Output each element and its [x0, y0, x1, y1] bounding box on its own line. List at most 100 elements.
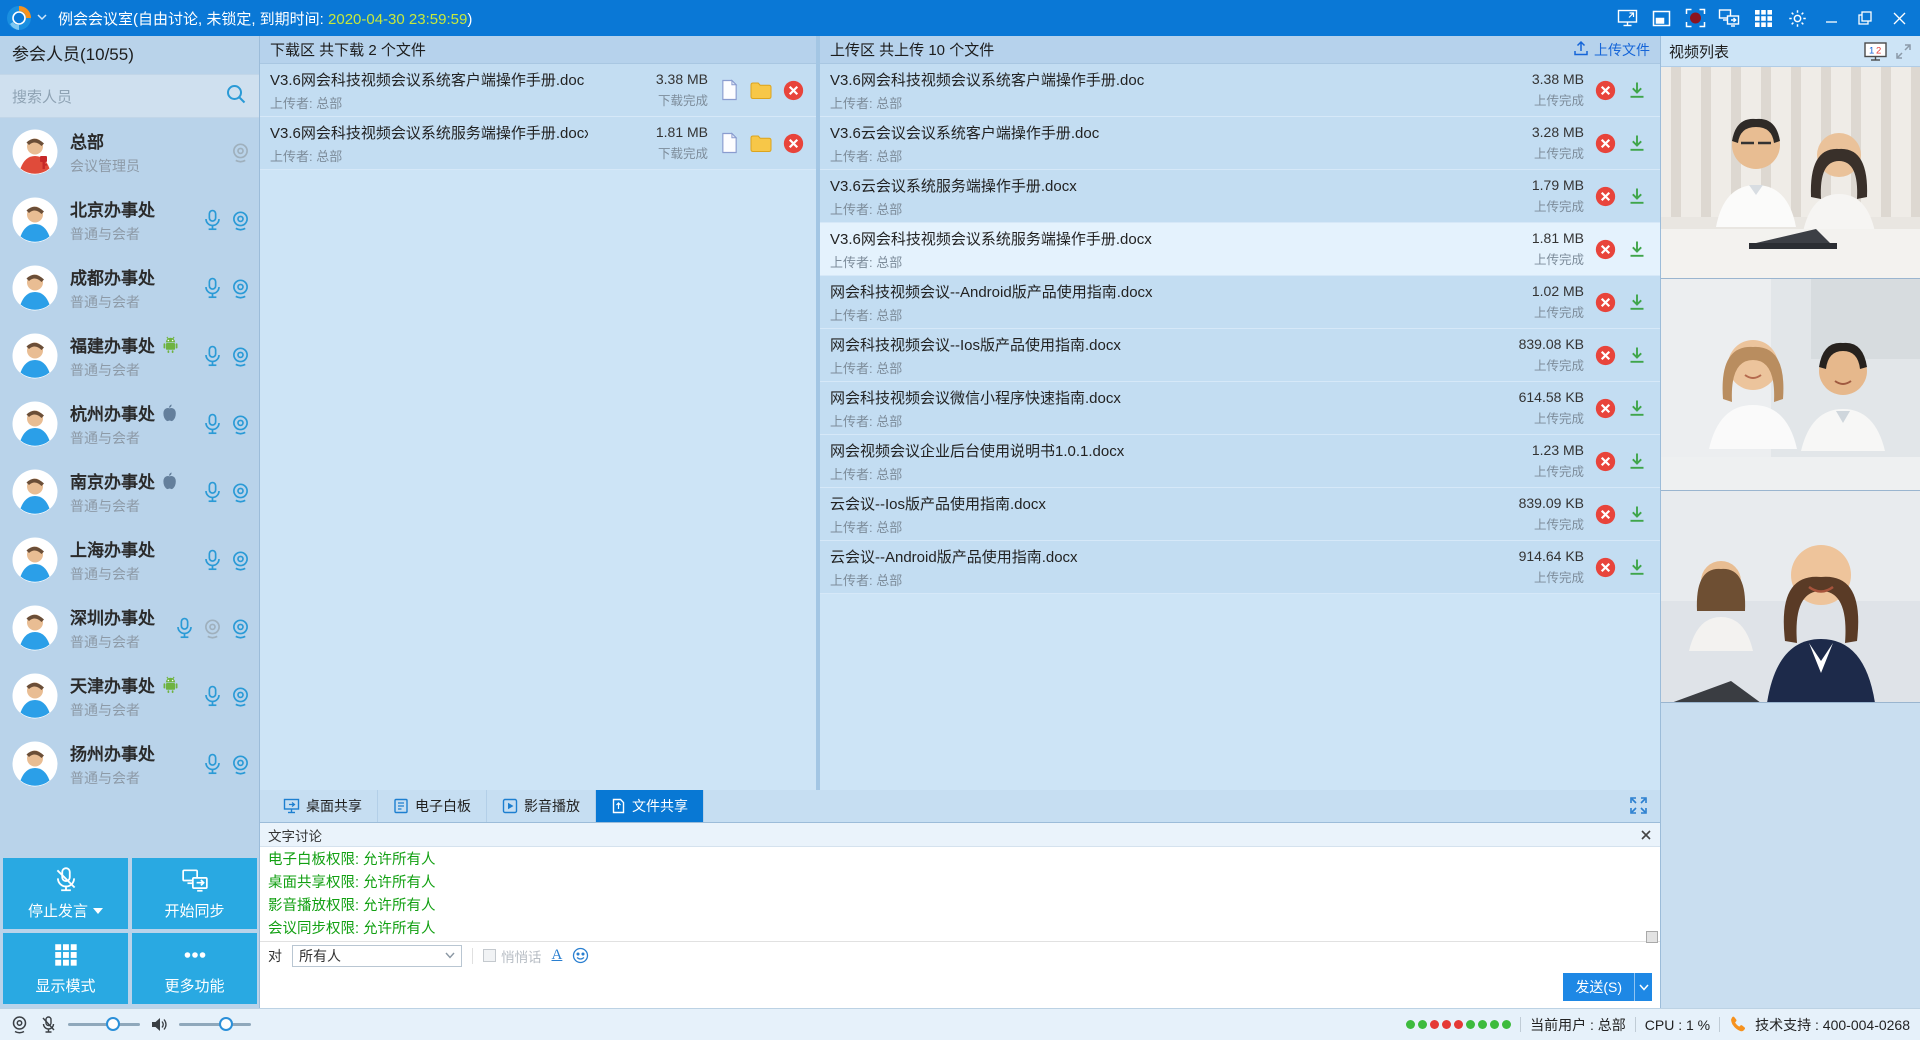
- file-row[interactable]: V3.6网会科技视频会议系统客户端操作手册.doc上传者: 总部3.38 MB下…: [260, 64, 816, 117]
- download-file-icon[interactable]: [1626, 397, 1648, 419]
- mic-icon[interactable]: [202, 345, 223, 367]
- search-icon[interactable]: [225, 83, 247, 110]
- video-thumbnail[interactable]: [1661, 67, 1920, 279]
- camera-icon[interactable]: [230, 754, 251, 775]
- mic-icon[interactable]: [202, 209, 223, 231]
- send-label[interactable]: 发送(S): [1563, 973, 1634, 1001]
- close-icon[interactable]: [1882, 3, 1916, 33]
- camera-icon[interactable]: [230, 278, 251, 299]
- chat-scrollbar[interactable]: [1645, 851, 1658, 943]
- participant-row[interactable]: 北京办事处普通与会者: [0, 186, 259, 254]
- record-icon[interactable]: [1678, 3, 1712, 33]
- mic-icon[interactable]: [202, 413, 223, 435]
- mic-muted-icon[interactable]: [39, 1015, 58, 1034]
- screen-layout-icon[interactable]: 12: [1864, 42, 1887, 61]
- camera-icon[interactable]: [230, 346, 251, 367]
- open-folder-icon[interactable]: [750, 79, 772, 101]
- tab-media-play[interactable]: 影音播放: [487, 790, 596, 822]
- start-sync-button[interactable]: 开始同步: [132, 858, 257, 929]
- display-mode-button[interactable]: 显示模式: [3, 933, 128, 1004]
- open-folder-icon[interactable]: [750, 132, 772, 154]
- file-row[interactable]: 网会科技视频会议--Android版产品使用指南.docx上传者: 总部1.02…: [820, 276, 1660, 329]
- delete-file-icon[interactable]: [1594, 450, 1616, 472]
- download-file-icon[interactable]: [1626, 79, 1648, 101]
- message-input[interactable]: [260, 969, 1660, 1007]
- delete-file-icon[interactable]: [1594, 503, 1616, 525]
- download-file-icon[interactable]: [1626, 344, 1648, 366]
- participant-row[interactable]: 杭州办事处普通与会者: [0, 390, 259, 458]
- mic-icon[interactable]: [202, 753, 223, 775]
- mic-icon[interactable]: [202, 685, 223, 707]
- mic-volume-knob[interactable]: [106, 1017, 120, 1031]
- camera-icon[interactable]: [230, 618, 251, 639]
- participant-row[interactable]: 总部会议管理员: [0, 118, 259, 186]
- file-row[interactable]: 云会议--Android版产品使用指南.docx上传者: 总部914.64 KB…: [820, 541, 1660, 594]
- mic-icon[interactable]: [202, 277, 223, 299]
- send-dropdown-icon[interactable]: [1634, 973, 1652, 1001]
- tab-desktop-share[interactable]: 桌面共享: [268, 790, 378, 822]
- delete-file-icon[interactable]: [1594, 132, 1616, 154]
- speaker-icon[interactable]: [150, 1016, 169, 1033]
- video-expand-icon[interactable]: [1895, 43, 1912, 60]
- font-button[interactable]: A: [552, 947, 563, 964]
- screen-share-icon[interactable]: [1610, 3, 1644, 33]
- mic-volume-slider[interactable]: [68, 1023, 140, 1026]
- settings-icon[interactable]: [1780, 3, 1814, 33]
- menu-chevron-icon[interactable]: [36, 9, 48, 27]
- expand-icon[interactable]: [1629, 796, 1648, 820]
- participant-row[interactable]: 南京办事处普通与会者: [0, 458, 259, 526]
- file-row[interactable]: V3.6网会科技视频会议系统客户端操作手册.doc上传者: 总部3.38 MB上…: [820, 64, 1660, 117]
- search-input[interactable]: 搜索人员: [0, 74, 259, 118]
- file-row[interactable]: V3.6云会议会议系统客户端操作手册.doc上传者: 总部3.28 MB上传完成: [820, 117, 1660, 170]
- dropdown-arrow-icon[interactable]: [93, 908, 103, 914]
- scrollbar-thumb[interactable]: [1646, 931, 1658, 943]
- sync-displays-icon[interactable]: [1712, 3, 1746, 33]
- emoji-icon[interactable]: [572, 947, 589, 964]
- file-row[interactable]: V3.6网会科技视频会议系统服务端操作手册.docx上传者: 总部1.81 MB…: [260, 117, 816, 170]
- delete-file-icon[interactable]: [782, 79, 804, 101]
- download-file-icon[interactable]: [1626, 556, 1648, 578]
- delete-file-icon[interactable]: [782, 132, 804, 154]
- video-thumbnail[interactable]: [1661, 491, 1920, 703]
- delete-file-icon[interactable]: [1594, 238, 1616, 260]
- upload-file-button[interactable]: 上传文件: [1573, 40, 1650, 60]
- speaker-volume-knob[interactable]: [219, 1017, 233, 1031]
- download-file-icon[interactable]: [1626, 132, 1648, 154]
- camera-disabled-icon[interactable]: [202, 618, 223, 639]
- delete-file-icon[interactable]: [1594, 344, 1616, 366]
- camera-icon[interactable]: [230, 482, 251, 503]
- download-file-icon[interactable]: [1626, 450, 1648, 472]
- download-file-icon[interactable]: [1626, 291, 1648, 313]
- download-file-icon[interactable]: [1626, 238, 1648, 260]
- file-row[interactable]: V3.6云会议系统服务端操作手册.docx上传者: 总部1.79 MB上传完成: [820, 170, 1660, 223]
- file-row[interactable]: 云会议--Ios版产品使用指南.docx上传者: 总部839.09 KB上传完成: [820, 488, 1660, 541]
- webcam-icon[interactable]: [10, 1015, 29, 1034]
- camera-icon[interactable]: [230, 210, 251, 231]
- close-icon[interactable]: [1640, 829, 1652, 841]
- delete-file-icon[interactable]: [1594, 79, 1616, 101]
- minimize-icon[interactable]: [1814, 3, 1848, 33]
- whisper-checkbox[interactable]: [483, 949, 496, 962]
- delete-file-icon[interactable]: [1594, 291, 1616, 313]
- file-row[interactable]: 网会科技视频会议--Ios版产品使用指南.docx上传者: 总部839.08 K…: [820, 329, 1660, 382]
- delete-file-icon[interactable]: [1594, 556, 1616, 578]
- stop-speaking-button[interactable]: 停止发言: [3, 858, 128, 929]
- mic-icon[interactable]: [202, 549, 223, 571]
- video-thumbnail[interactable]: [1661, 279, 1920, 491]
- apps-grid-icon[interactable]: [1746, 3, 1780, 33]
- speaker-volume-slider[interactable]: [179, 1023, 251, 1026]
- file-row[interactable]: V3.6网会科技视频会议系统服务端操作手册.docx上传者: 总部1.81 MB…: [820, 223, 1660, 276]
- participant-row[interactable]: 成都办事处普通与会者: [0, 254, 259, 322]
- fullscreen-icon[interactable]: [1644, 3, 1678, 33]
- mic-icon[interactable]: [174, 617, 195, 639]
- participant-row[interactable]: 扬州办事处普通与会者: [0, 730, 259, 798]
- file-row[interactable]: 网会视频会议企业后台使用说明书1.0.1.docx上传者: 总部1.23 MB上…: [820, 435, 1660, 488]
- participant-row[interactable]: 深圳办事处普通与会者: [0, 594, 259, 662]
- mic-icon[interactable]: [202, 481, 223, 503]
- camera-icon[interactable]: [230, 550, 251, 571]
- file-row[interactable]: 网会科技视频会议微信小程序快速指南.docx上传者: 总部614.58 KB上传…: [820, 382, 1660, 435]
- camera-disabled-icon[interactable]: [230, 142, 251, 163]
- send-button[interactable]: 发送(S): [1563, 973, 1652, 1001]
- audience-select[interactable]: 所有人: [292, 945, 462, 967]
- participant-row[interactable]: 天津办事处普通与会者: [0, 662, 259, 730]
